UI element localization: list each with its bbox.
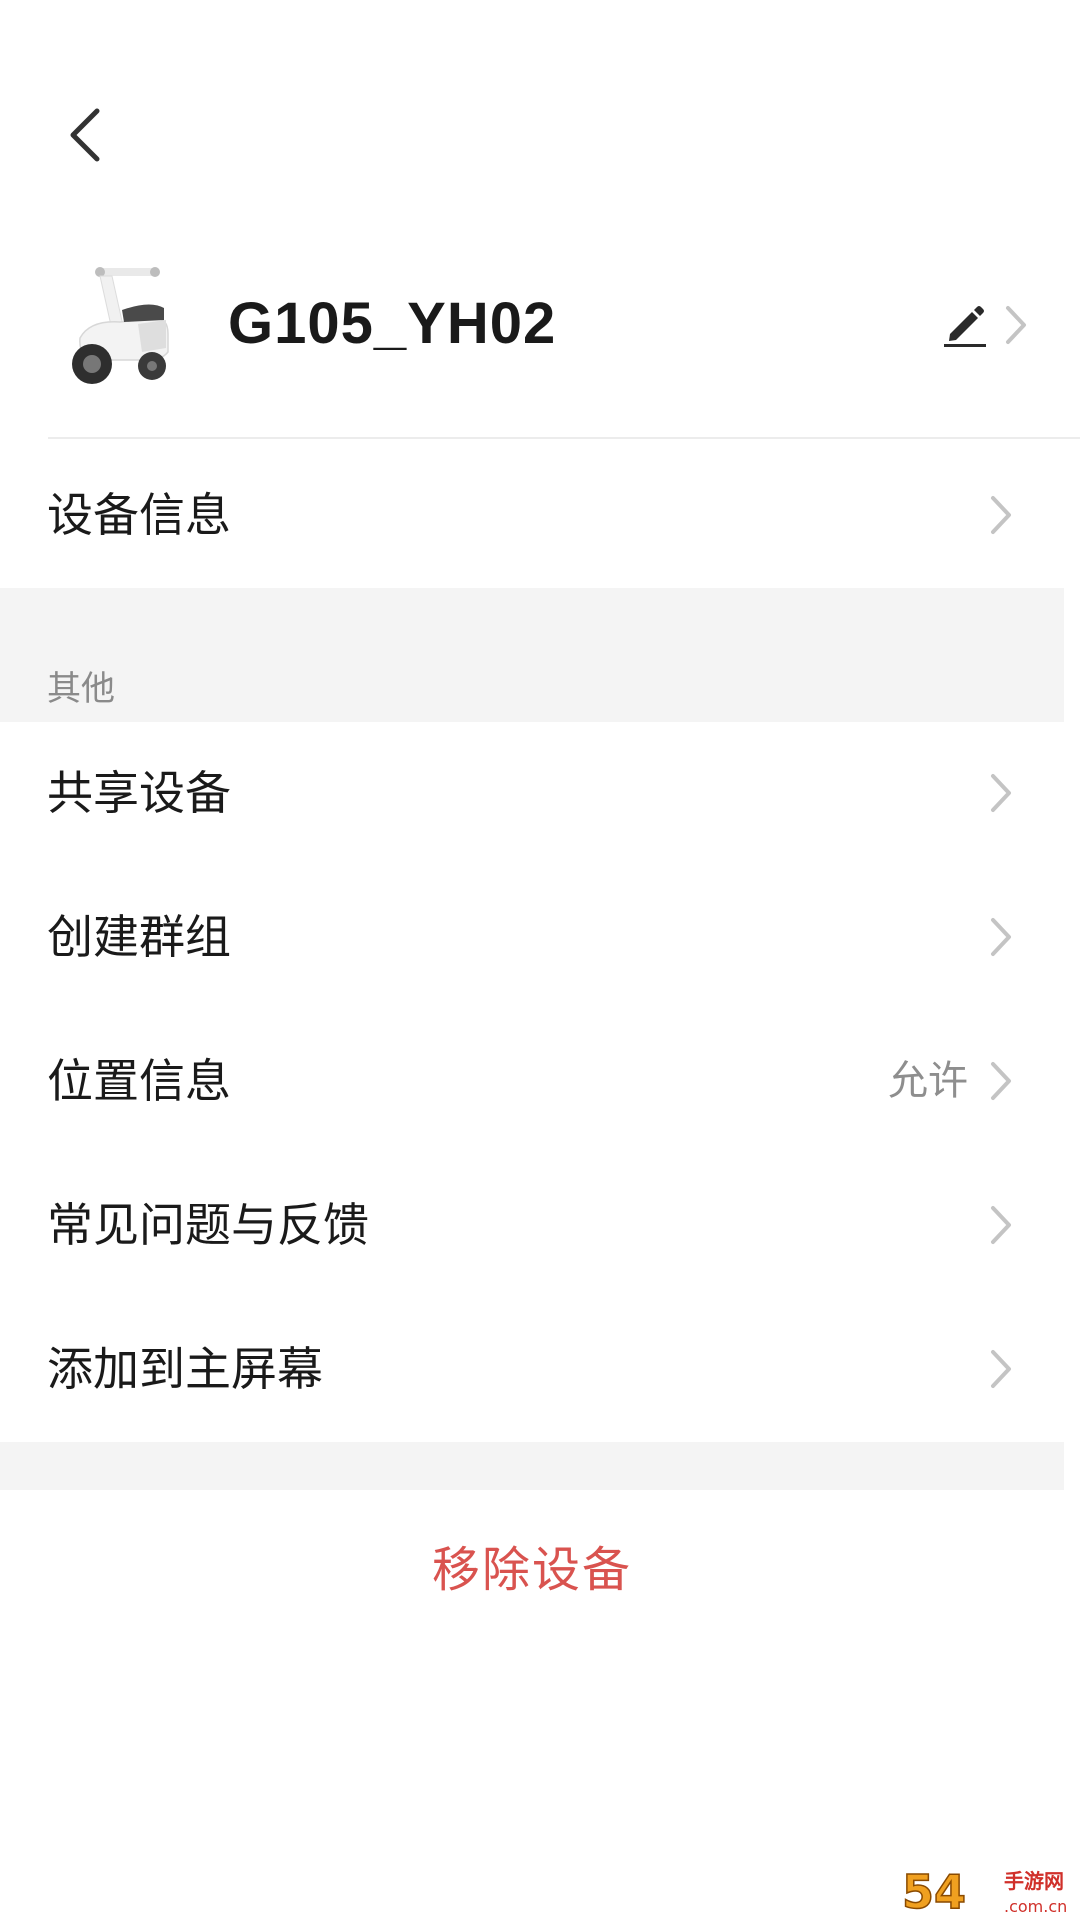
device-header[interactable]: G105_YH02 (0, 240, 1080, 440)
chevron-right-icon (991, 496, 1011, 534)
device-name: G105_YH02 (228, 291, 557, 356)
chevron-right-icon (991, 918, 1011, 956)
chevron-right-icon (991, 1350, 1011, 1388)
watermark-logo: 54 手游网 .com.cn (901, 1864, 1067, 1920)
chevron-right-icon (991, 774, 1011, 812)
divider (48, 437, 1080, 439)
separator-band (0, 1442, 1064, 1490)
remove-device-button[interactable]: 移除设备 (0, 1490, 1064, 1640)
location-permission-value: 允许 (888, 1058, 968, 1104)
edit-name-button[interactable] (940, 300, 990, 350)
location-info-row[interactable]: 位置信息 允许 (0, 1010, 1080, 1152)
chevron-right-icon (991, 1062, 1011, 1100)
pencil-icon (944, 306, 986, 347)
section-title: 其他 (47, 669, 115, 709)
faq-feedback-row[interactable]: 常见问题与反馈 (0, 1154, 1080, 1296)
watermark-main: 54 (902, 1865, 966, 1919)
scooter-image (72, 267, 169, 384)
back-button[interactable] (55, 100, 115, 170)
share-device-row[interactable]: 共享设备 (0, 722, 1080, 864)
row-label: 位置信息 (47, 1054, 231, 1108)
row-label: 共享设备 (47, 766, 231, 820)
add-to-home-screen-row[interactable]: 添加到主屏幕 (0, 1298, 1080, 1440)
row-label: 添加到主屏幕 (47, 1342, 323, 1396)
section-header-band: 其他 (0, 588, 1064, 722)
device-info-row[interactable]: 设备信息 (0, 442, 1080, 588)
row-label: 设备信息 (47, 488, 231, 542)
device-settings-page: G105_YH02 设备信息 其他 共享设备 创建群组 位置信息 允许 常见问题… (0, 0, 1080, 1920)
watermark-side: 手游网 (1004, 1869, 1064, 1893)
row-label: 创建群组 (47, 910, 231, 964)
remove-device-label: 移除设备 (431, 1542, 632, 1598)
chevron-right-icon (991, 1206, 1011, 1244)
chevron-left-icon (70, 108, 100, 162)
chevron-right-icon (1006, 306, 1026, 344)
watermark-domain: .com.cn (1004, 1897, 1067, 1916)
create-group-row[interactable]: 创建群组 (0, 866, 1080, 1008)
row-label: 常见问题与反馈 (47, 1198, 369, 1252)
